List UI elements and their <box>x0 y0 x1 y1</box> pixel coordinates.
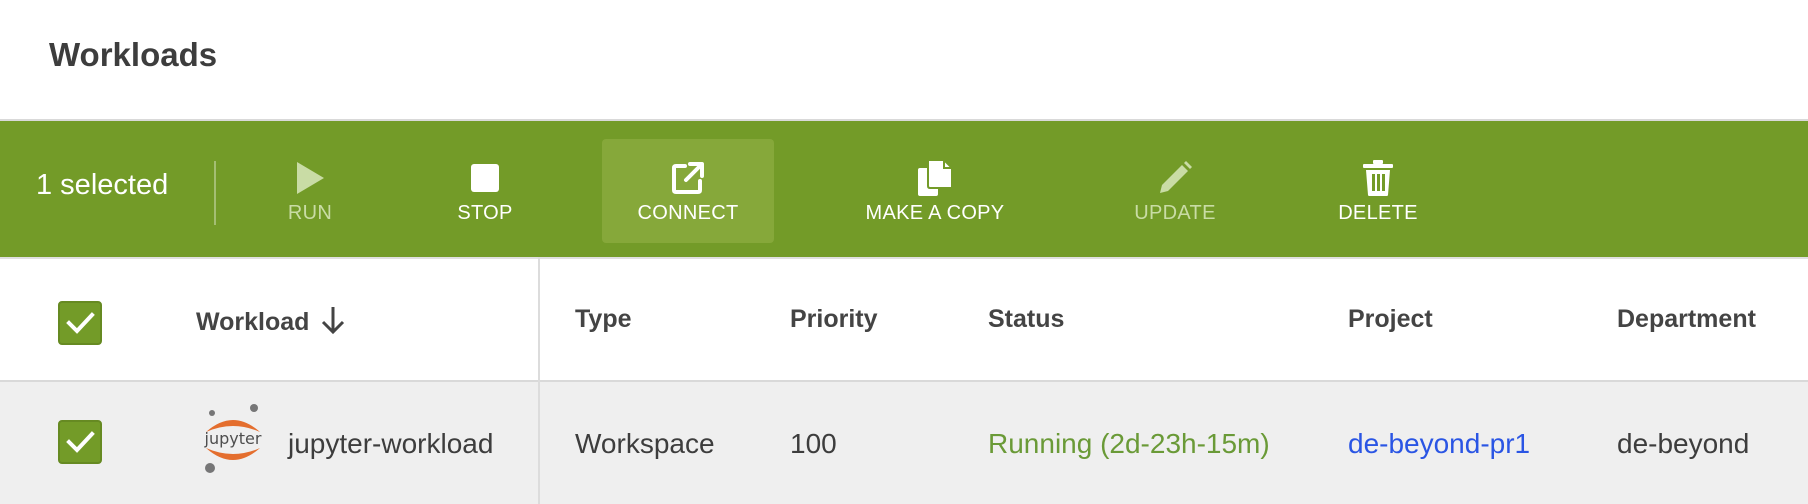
update-label: UPDATE <box>1134 201 1216 224</box>
department-value: de-beyond <box>1617 428 1750 459</box>
run-button[interactable]: RUN <box>250 139 370 243</box>
column-header-priority[interactable]: Priority <box>790 305 878 334</box>
page-header: Workloads <box>0 0 1808 121</box>
table-row[interactable]: jupyter jupyter-workload Workspace 100 R… <box>0 382 1808 504</box>
run-label: RUN <box>287 201 333 224</box>
trash-icon <box>1358 158 1398 198</box>
make-a-copy-label: MAKE A COPY <box>865 201 1005 224</box>
workload-name[interactable]: jupyter-workload <box>288 428 493 460</box>
workloads-page: Workloads 1 selected RUN STOP CONNECT MA… <box>0 0 1808 504</box>
table-header-row: Workload Type Priority Status Project De… <box>0 257 1808 381</box>
column-header-project[interactable]: Project <box>1348 305 1433 334</box>
connect-label: CONNECT <box>637 201 739 224</box>
row-checkbox[interactable] <box>58 420 102 464</box>
project-link[interactable]: de-beyond-pr1 <box>1348 428 1530 460</box>
selection-toolbar: 1 selected RUN STOP CONNECT MAKE A COPY … <box>0 121 1808 257</box>
delete-label: DELETE <box>1338 201 1418 224</box>
column-header-type[interactable]: Type <box>575 305 632 334</box>
workloads-table: Workload Type Priority Status Project De… <box>0 257 1808 504</box>
sort-down-arrow-icon[interactable] <box>319 305 347 342</box>
workload-type: Workspace <box>575 428 715 459</box>
column-header-department[interactable]: Department <box>1617 305 1756 334</box>
checkmark-icon <box>66 431 95 453</box>
selected-count: 1 selected <box>36 169 169 201</box>
make-a-copy-button[interactable]: MAKE A COPY <box>840 139 1030 243</box>
column-header-status[interactable]: Status <box>988 305 1064 334</box>
copy-icon <box>915 158 955 198</box>
toolbar-divider <box>214 161 216 225</box>
connect-button[interactable]: CONNECT <box>602 139 774 243</box>
stop-icon <box>465 158 505 198</box>
svg-text:jupyter: jupyter <box>204 429 262 448</box>
status-badge: Running (2d-23h-15m) <box>988 428 1270 459</box>
workload-priority: 100 <box>790 428 837 459</box>
play-icon <box>290 158 330 198</box>
column-header-workload-label: Workload <box>196 308 310 337</box>
stop-button[interactable]: STOP <box>425 139 545 243</box>
stop-label: STOP <box>457 201 513 224</box>
pencil-icon <box>1155 158 1195 198</box>
checkmark-icon <box>66 312 95 334</box>
column-header-workload[interactable]: Workload <box>196 305 347 342</box>
jupyter-logo-icon: jupyter <box>198 402 268 476</box>
select-all-checkbox[interactable] <box>58 301 102 345</box>
page-title: Workloads <box>49 36 218 73</box>
delete-button[interactable]: DELETE <box>1318 139 1438 243</box>
external-link-icon <box>668 158 708 198</box>
update-button[interactable]: UPDATE <box>1110 139 1240 243</box>
column-divider <box>538 257 540 504</box>
